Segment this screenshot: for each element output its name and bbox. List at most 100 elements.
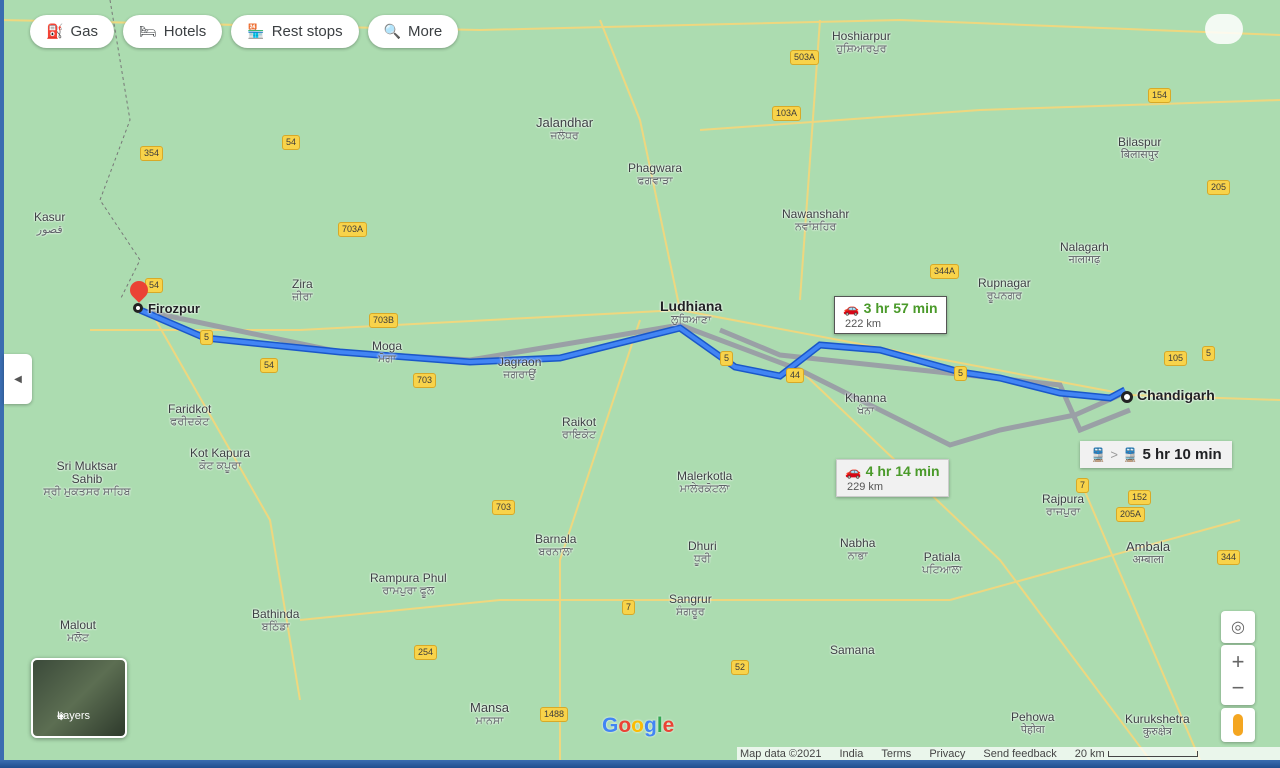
city-label: Nabha ਨਾਭਾ (840, 536, 876, 563)
collapse-panel-button[interactable]: ◀ (4, 354, 32, 404)
city-label: Nawanshahr ਨਵਾਂਸ਼ਹਿਰ (782, 207, 850, 234)
city-label: Khanna ਖੰਨਾ (845, 391, 887, 418)
zoom-out-button[interactable]: − (1232, 675, 1245, 701)
city-label: Kurukshetra कुरुक्षेत्र (1125, 712, 1190, 739)
highway-shield: 254 (414, 645, 438, 660)
send-feedback-link[interactable]: Send feedback (983, 748, 1056, 760)
destination-marker-icon[interactable] (1121, 391, 1133, 403)
highway-shield: 5 (200, 330, 214, 345)
highway-shield: 105 (1164, 351, 1188, 366)
destination-label: Chandigarh (1137, 387, 1215, 403)
highway-shield: 103A (772, 106, 802, 121)
city-label: Jagraon ਜਗਰਾਉਂ (498, 355, 542, 382)
city-label: Hoshiarpur ਹੁਸ਼ਿਆਰਪੁਰ (832, 29, 891, 56)
zoom-in-button[interactable]: + (1232, 649, 1245, 675)
city-label: Bilaspur बिलासपुर (1118, 135, 1162, 162)
city-label: Faridkot ਫਰੀਦਕੋਟ (168, 402, 212, 429)
train-icon: 🚆 (1122, 447, 1139, 462)
google-logo: Google (602, 714, 675, 737)
map-canvas[interactable]: Ludhiana ਲੁਧਿਆਣਾ Hoshiarpur ਹੁਸ਼ਿਆਰਪੁਰ Jal… (0, 0, 1280, 768)
route-option-selected[interactable]: 🚗 3 hr 57 min 222 km (834, 296, 947, 334)
city-label: Malout ਮਲੋਟ (60, 618, 97, 645)
train-icon: 🚆 (1090, 447, 1107, 462)
city-label: Rupnagar ਰੂਪਨਗਰ (978, 276, 1031, 303)
scale-bar[interactable]: 20 km (1075, 748, 1198, 760)
city-label: Samana (830, 643, 875, 657)
route-option-alternate[interactable]: 🚗 4 hr 14 min 229 km (836, 459, 949, 497)
terms-link[interactable]: Terms (881, 748, 911, 760)
city-label: Rajpura ਰਾਜਪੁਰਾ (1042, 492, 1085, 519)
highway-shield: 44 (786, 368, 805, 383)
city-label: Zira ਜ਼ੀਰਾ (292, 277, 313, 304)
city-label: Rampura Phul ਰਾਮਪੁਰਾ ਫੂਲ (370, 571, 447, 598)
gas-icon: ⛽ (46, 23, 64, 39)
highway-shield: 5 (954, 366, 968, 381)
city-label: Moga ਮੋਗਾ (372, 339, 403, 366)
chip-hotels[interactable]: 🛏 Hotels (122, 15, 223, 48)
taskbar-edge (0, 760, 1280, 768)
zoom-controls: + − (1221, 645, 1255, 705)
city-label: Nalagarh नालागढ़ (1060, 240, 1109, 267)
highway-shield: 344A (930, 264, 960, 279)
map-footer: Map data ©2021 India Terms Privacy Send … (737, 747, 1280, 760)
bed-icon: 🛏 (138, 23, 157, 39)
highway-shield: 703 (413, 373, 437, 388)
city-label: Kasur قصور (34, 210, 66, 237)
highway-shield: 52 (731, 660, 750, 675)
highway-shield: 703 (492, 500, 516, 515)
layers-button[interactable]: ◈ Layers (31, 658, 127, 738)
city-label: Phagwara ਫਗਵਾੜਾ (628, 161, 683, 188)
category-chips: ⛽ Gas 🛏 Hotels 🏪 Rest stops 🔍 More (30, 15, 459, 48)
selected-route (138, 306, 1127, 402)
privacy-link[interactable]: Privacy (929, 748, 965, 760)
city-label: Bathinda ਬਠਿੰਡਾ (252, 607, 300, 634)
roads-layer (0, 0, 1280, 761)
chip-rest-stops[interactable]: 🏪 Rest stops (231, 15, 359, 48)
highway-shield: 5 (1202, 346, 1216, 361)
highway-shield: 1488 (540, 707, 569, 722)
city-label: Sangrur ਸੰਗਰੂਰ (669, 592, 712, 619)
location-target-icon: ◎ (1231, 619, 1245, 636)
highway-shield: 154 (1148, 88, 1172, 103)
highway-shield: 5 (720, 351, 734, 366)
highway-shield: 54 (260, 358, 279, 373)
highway-shield: 354 (140, 146, 164, 161)
highway-shield: 152 (1128, 490, 1152, 505)
car-icon: 🚗 (843, 301, 860, 316)
origin-marker-icon[interactable] (133, 303, 143, 313)
city-label: Malerkotla ਮਾਲੇਰਕੋਟਲਾ (677, 469, 733, 496)
chevron-left-icon: ◀ (14, 373, 22, 385)
city-label[interactable]: Ludhiana ਲੁਧਿਆਣਾ (660, 299, 722, 327)
pegman-icon (1233, 714, 1243, 736)
city-label: Raikot ਰਾਇਕੋਟ (562, 415, 597, 442)
city-label: Pehowa पेहोवा (1011, 710, 1055, 737)
highway-shield: 703B (369, 313, 399, 328)
city-label: Dhuri ਧੂਰੀ (688, 539, 717, 566)
highway-shield: 703A (338, 222, 368, 237)
my-location-button[interactable]: ◎ (1221, 611, 1255, 643)
rest-stop-icon: 🏪 (247, 23, 265, 39)
search-icon: 🔍 (383, 23, 402, 39)
transit-option[interactable]: 🚆 > 🚆 5 hr 10 min (1080, 441, 1232, 468)
origin-label: Firozpur (148, 301, 200, 316)
highway-shield: 344 (1217, 550, 1241, 565)
city-label: Kot Kapura ਕੋਟ ਕਪੂਰਾ (190, 446, 251, 473)
highway-shield: 205A (1116, 507, 1146, 522)
highway-shield: 503A (790, 50, 820, 65)
highway-shield: 7 (622, 600, 636, 615)
chip-gas[interactable]: ⛽ Gas (30, 15, 114, 48)
region-link[interactable]: India (840, 748, 864, 760)
car-icon: 🚗 (845, 464, 862, 479)
highway-shield: 7 (1076, 478, 1090, 493)
city-label: Jalandhar ਜਲੰਧਰ (536, 115, 594, 142)
highway-shield: 205 (1207, 180, 1231, 195)
city-label: Sri Muktsar Sahib ਸ੍ਰੀ ਮੁਕਤਸਰ ਸਾਹਿਬ (43, 459, 131, 499)
highway-shield: 54 (282, 135, 301, 150)
city-label: Patiala ਪਟਿਆਲਾ (922, 550, 963, 577)
city-label: Barnala ਬਰਨਾਲਾ (535, 532, 577, 559)
city-label: Mansa ਮਾਨਸਾ (470, 700, 510, 727)
account-avatar[interactable] (1205, 14, 1243, 44)
chip-more[interactable]: 🔍 More (367, 15, 459, 48)
street-view-pegman[interactable] (1221, 708, 1255, 742)
city-label: Ambala अम्बाला (1126, 539, 1171, 566)
